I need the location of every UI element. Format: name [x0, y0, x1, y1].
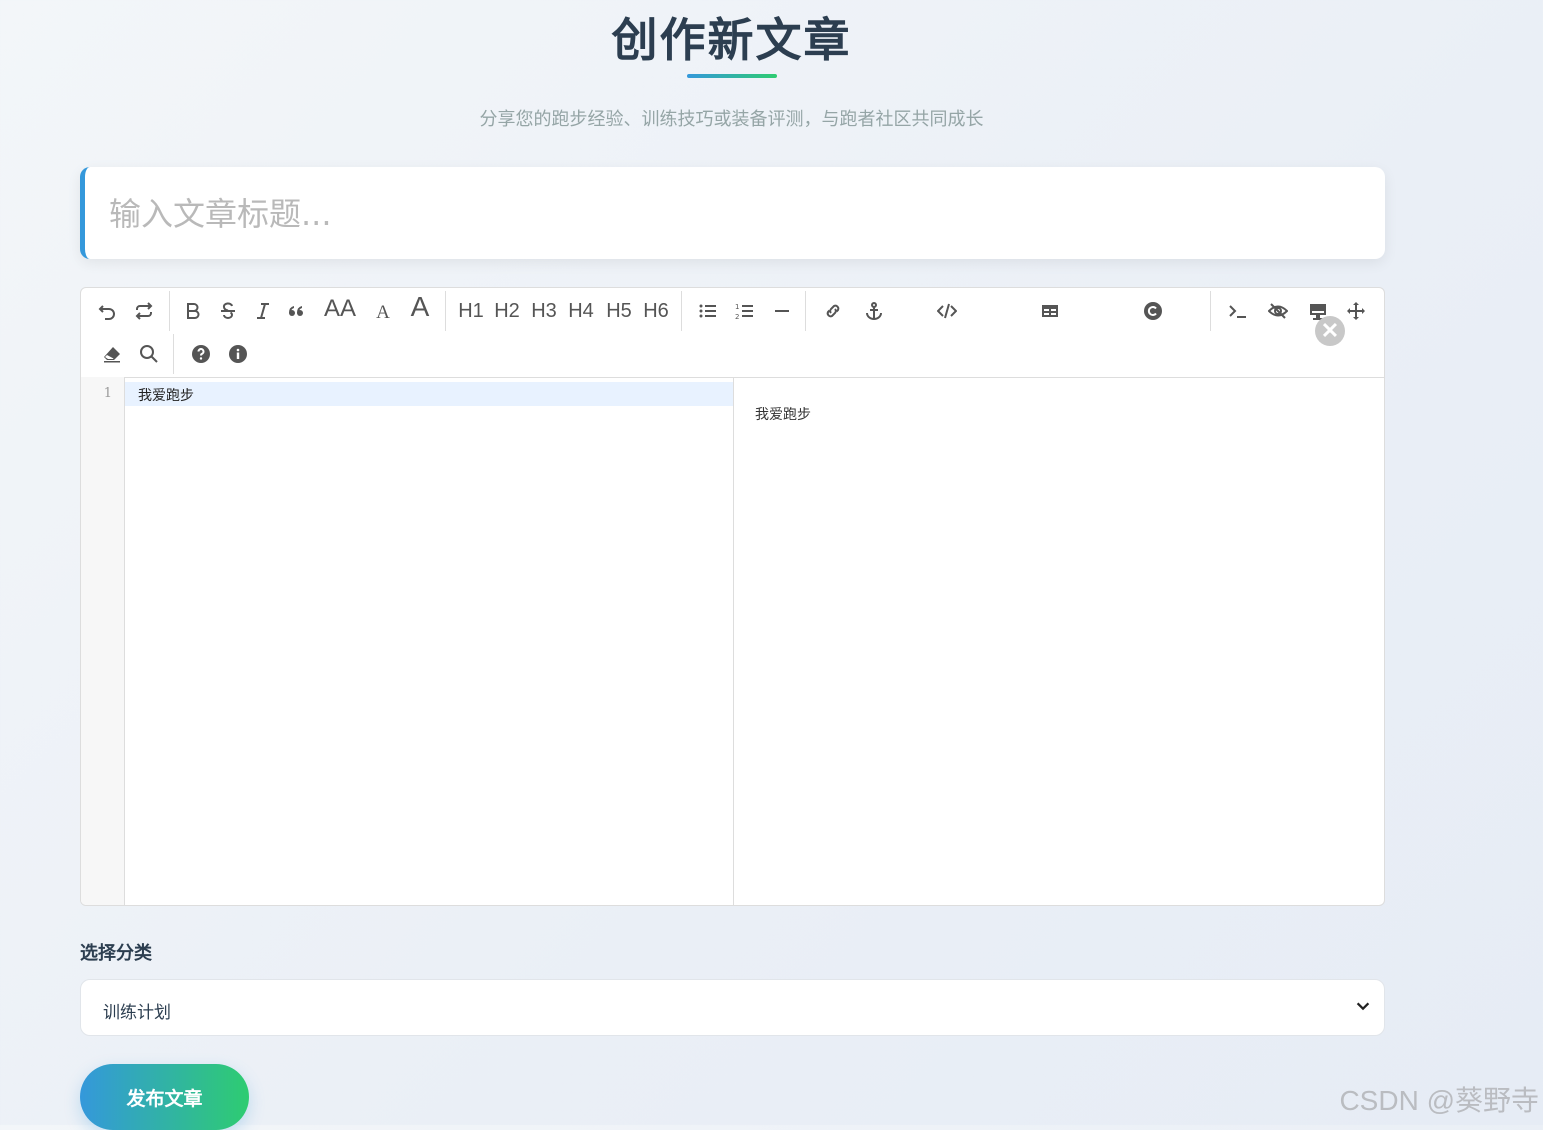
copyright-icon[interactable] — [1140, 297, 1166, 325]
title-input[interactable] — [107, 185, 1361, 243]
h4-button[interactable]: H4 — [566, 297, 596, 325]
ordered-list-icon[interactable]: 12 — [732, 297, 758, 325]
font-large-button[interactable]: A — [405, 291, 435, 322]
line-number-gutter: 1 — [81, 377, 125, 905]
bold-icon[interactable] — [180, 297, 206, 325]
watermark: CSDN @葵野寺 — [1339, 1085, 1539, 1116]
category-label: 选择分类 — [80, 943, 152, 964]
pane-divider — [733, 377, 734, 905]
strikethrough-icon[interactable] — [215, 297, 241, 325]
publish-button[interactable]: 发布文章 — [80, 1064, 249, 1130]
editor-toolbar: AA A A H1 H2 H3 H4 H5 H6 12 ✕ — [81, 288, 1384, 378]
markdown-input-pane[interactable]: 我爱跑步 — [125, 377, 733, 905]
h5-button[interactable]: H5 — [604, 297, 634, 325]
help-icon[interactable] — [188, 340, 214, 368]
h1-button[interactable]: H1 — [456, 297, 486, 325]
h6-button[interactable]: H6 — [641, 297, 671, 325]
eraser-icon[interactable] — [99, 340, 125, 368]
table-icon[interactable] — [1037, 297, 1063, 325]
move-icon[interactable] — [1343, 297, 1369, 325]
line-number: 1 — [103, 386, 112, 401]
quote-icon[interactable] — [283, 297, 309, 325]
active-line-highlight — [125, 382, 733, 406]
font-size-button[interactable]: AA — [319, 295, 361, 323]
category-select[interactable]: 训练计划 — [80, 979, 1385, 1036]
terminal-icon[interactable] — [1225, 297, 1251, 325]
redo-icon[interactable] — [131, 297, 157, 325]
toolbar-separator — [173, 334, 174, 374]
h2-button[interactable]: H2 — [492, 297, 522, 325]
link-icon[interactable] — [820, 297, 846, 325]
search-icon[interactable] — [136, 340, 162, 368]
font-small-button[interactable]: A — [369, 299, 397, 327]
toolbar-separator — [1210, 291, 1211, 331]
undo-icon[interactable] — [94, 297, 120, 325]
hide-preview-icon[interactable] — [1265, 297, 1291, 325]
category-selected-value: 训练计划 — [103, 1003, 171, 1023]
toolbar-separator — [445, 291, 446, 331]
page-title: 创作新文章 — [611, 13, 852, 67]
title-underline — [687, 74, 777, 78]
italic-icon[interactable] — [250, 297, 276, 325]
toolbar-separator — [805, 291, 806, 331]
code-block-icon[interactable] — [932, 297, 962, 325]
svg-text:1: 1 — [735, 303, 739, 311]
editor-content[interactable]: 我爱跑步 — [138, 385, 194, 405]
toolbar-separator — [169, 291, 170, 331]
close-icon[interactable]: ✕ — [1315, 316, 1345, 346]
page-subtitle: 分享您的跑步经验、训练技巧或装备评测，与跑者社区共同成长 — [479, 109, 984, 130]
preview-content: 我爱跑步 — [755, 407, 811, 423]
svg-text:2: 2 — [735, 313, 739, 321]
info-icon[interactable] — [225, 340, 251, 368]
chevron-down-icon — [1356, 1002, 1370, 1011]
h3-button[interactable]: H3 — [529, 297, 559, 325]
anchor-icon[interactable] — [861, 297, 887, 325]
horizontal-rule-icon[interactable] — [769, 297, 795, 325]
unordered-list-icon[interactable] — [695, 297, 721, 325]
toolbar-separator — [681, 291, 682, 331]
title-input-container — [80, 167, 1385, 259]
markdown-editor: AA A A H1 H2 H3 H4 H5 H6 12 ✕ 1 我爱跑步 我爱跑… — [80, 287, 1385, 906]
